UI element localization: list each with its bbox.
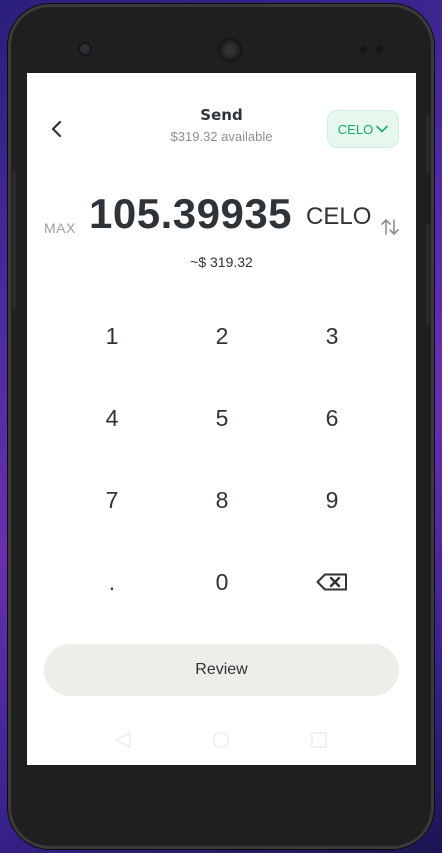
key-6[interactable]: 6 — [277, 377, 387, 459]
chevron-left-icon — [51, 120, 62, 138]
page-title: Send — [200, 106, 243, 124]
max-button[interactable]: MAX — [44, 220, 76, 236]
token-selector-button[interactable]: CELO — [327, 110, 399, 148]
nav-home-icon[interactable] — [211, 731, 231, 749]
key-0[interactable]: 0 — [167, 541, 277, 623]
swap-currency-button[interactable] — [379, 216, 401, 238]
swap-arrows-icon — [381, 219, 399, 235]
numeric-keypad: 1 2 3 4 5 6 7 8 9 . 0 — [57, 295, 387, 623]
key-3[interactable]: 3 — [277, 295, 387, 377]
key-1[interactable]: 1 — [57, 295, 167, 377]
token-selector-label: CELO — [337, 121, 374, 137]
light-sensor — [376, 46, 383, 53]
fiat-equivalent: ~$ 319.32 — [190, 254, 253, 270]
volume-button — [426, 224, 430, 324]
key-7[interactable]: 7 — [57, 459, 167, 541]
side-button — [12, 169, 16, 309]
key-2[interactable]: 2 — [167, 295, 277, 377]
backspace-key[interactable] — [277, 541, 387, 623]
title-block: Send $319.32 available — [127, 106, 316, 144]
review-button[interactable]: Review — [44, 644, 399, 696]
send-screen: Send $319.32 available CELO MAX 105.3993… — [27, 73, 416, 765]
key-5[interactable]: 5 — [167, 377, 277, 459]
front-camera — [80, 44, 90, 54]
back-button[interactable] — [45, 117, 69, 141]
proximity-sensor — [360, 46, 367, 53]
key-4[interactable]: 4 — [57, 377, 167, 459]
amount-input[interactable]: 105.39935 — [89, 190, 292, 238]
amount-row: MAX 105.39935 CELO — [27, 188, 416, 248]
amount-unit: CELO — [306, 203, 372, 230]
key-8[interactable]: 8 — [167, 459, 277, 541]
nav-back-icon[interactable] — [113, 731, 133, 749]
header: Send $319.32 available CELO — [27, 73, 416, 173]
key-decimal[interactable]: . — [57, 541, 167, 623]
available-balance: $319.32 available — [170, 129, 273, 144]
earpiece-speaker — [220, 40, 240, 60]
backspace-icon — [316, 573, 347, 591]
chevron-down-icon — [376, 125, 389, 133]
power-button — [426, 114, 430, 174]
key-9[interactable]: 9 — [277, 459, 387, 541]
nav-recents-icon[interactable] — [310, 731, 328, 749]
system-nav-bar — [27, 723, 416, 753]
